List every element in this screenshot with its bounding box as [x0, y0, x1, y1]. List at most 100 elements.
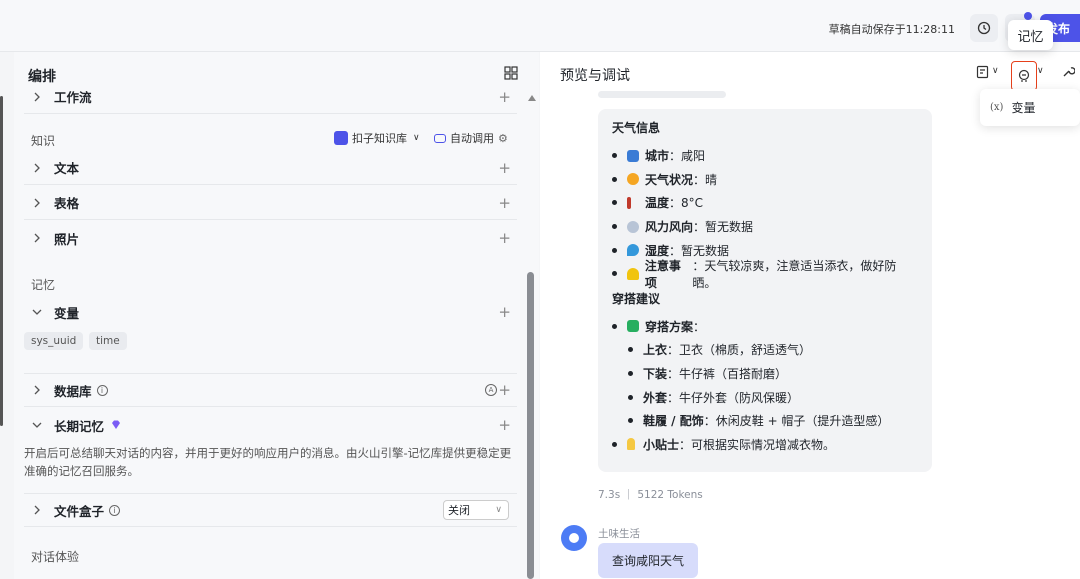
scroll-up-arrow[interactable] [528, 95, 536, 101]
variable-label: 变量 [54, 305, 80, 321]
chevron-down-icon [32, 422, 42, 428]
item-key: 下装 [643, 367, 668, 382]
left-scrollbar[interactable] [527, 272, 534, 579]
bullet [612, 247, 617, 253]
list-item: 下装 ：牛仔裤（百搭耐磨） [628, 362, 918, 386]
dropdown-item-variable[interactable]: 变量 [1011, 99, 1035, 116]
memory-button[interactable] [1011, 61, 1037, 91]
bullet [612, 224, 617, 230]
list-item: 穿搭方案： [612, 315, 918, 339]
preview-title: 预览与调试 [560, 68, 630, 84]
item-value: ：牛仔裤（百搭耐磨） [667, 367, 788, 382]
auto-call-selector[interactable]: 自动调用 ⚙ [434, 130, 508, 146]
tip-list: 小贴士 ：可根据实际情况增减衣物。 [612, 433, 918, 457]
bullet [628, 347, 633, 353]
database-row[interactable]: 数据库 i A + [24, 373, 517, 407]
chevron-right-icon [34, 233, 40, 243]
document-settings-icon[interactable] [976, 65, 990, 79]
knowledge-item-label: 照片 [54, 231, 80, 247]
list-item: 天气状况 ：晴 [612, 168, 918, 192]
long-memory-label: 长期记忆 [54, 418, 105, 434]
wrench-icon[interactable] [1061, 65, 1075, 79]
list-item: 鞋履 / 配饰 ：休闲皮鞋 + 帽子（提升造型感） [628, 409, 918, 433]
long-memory-description: 开启后可总结聊天对话的内容，并用于更好的响应用户的消息。由火山引擎-记忆库提供更… [24, 446, 512, 478]
variable-row[interactable]: 变量 + [24, 295, 517, 329]
add-photo-icon[interactable]: + [498, 229, 511, 247]
preview-panel: 预览与调试 ∨ ∨ (x) 变量 天气信息 城市 ：咸阳 天气状况 ：晴 温度 ：8°… [540, 52, 1080, 579]
layout-grid-icon[interactable] [504, 66, 518, 80]
item-value: ：卫衣（棉质，舒适透气） [667, 343, 812, 358]
info-icon[interactable]: i [109, 504, 121, 516]
wind-icon [627, 220, 639, 233]
auto-a-icon[interactable]: A [485, 384, 497, 396]
item-value: ：咸阳 [669, 149, 706, 164]
outfit-sublist: 上衣 ：卫衣（棉质，舒适透气） 下装 ：牛仔裤（百搭耐磨） 外套 ：牛仔外套（防风保暖… [628, 338, 918, 432]
add-table-icon[interactable]: + [498, 194, 511, 212]
outfit-header: 穿搭建议 [612, 291, 661, 306]
list-item: 城市 ：咸阳 [612, 144, 918, 168]
chevron-down-icon [32, 309, 42, 315]
list-item: 外套 ：牛仔外套（防风保暖） [628, 385, 918, 409]
outfit-list: 穿搭方案： [612, 315, 918, 339]
settings-icon: ⚙ [498, 131, 508, 145]
chevron-right-icon [34, 505, 40, 515]
add-long-memory-icon[interactable]: + [498, 416, 511, 434]
orchestration-panel: 编排 工作流 + 知识 扣子知识库 ∨ 自动调用 ⚙ 文本 + 表格 + 照片 … [14, 52, 539, 579]
bullet [628, 394, 633, 400]
chevron-right-icon [34, 198, 40, 207]
bullet [612, 271, 617, 277]
auto-call-label: 自动调用 [450, 132, 494, 145]
add-text-icon[interactable]: + [498, 159, 511, 177]
item-value: ：暂无数据 [693, 220, 754, 235]
list-item: 风力风向 ：暂无数据 [612, 215, 918, 239]
item-value: ：晴 [693, 172, 718, 187]
variable-tag: time [89, 332, 127, 350]
file-box-label: 文件盒子 [54, 503, 105, 519]
kb-link-label: 扣子知识库 [352, 132, 407, 145]
item-value: ： [693, 319, 706, 334]
previous-message-stub [598, 91, 726, 98]
add-database-icon[interactable]: + [498, 381, 511, 399]
add-workflow-icon[interactable]: + [498, 88, 511, 106]
item-value: ：牛仔外套（防风保暖） [667, 390, 800, 405]
weather-header: 天气信息 [612, 121, 661, 135]
shirt-icon [627, 320, 639, 333]
avatar [561, 525, 587, 551]
add-variable-icon[interactable]: + [498, 303, 511, 321]
item-key: 鞋履 / 配饰 [643, 414, 704, 429]
long-memory-row[interactable]: 长期记忆 + [24, 408, 517, 442]
info-icon[interactable]: i [96, 384, 108, 396]
weather-list: 城市 ：咸阳 天气状况 ：晴 温度 ：8°C 风力风向 ：暂无数据 湿度 ：暂无数据 注意… [612, 144, 918, 290]
item-value: ：8°C [669, 196, 704, 211]
file-box-value: 关闭 [448, 504, 470, 517]
knowledge-item-text[interactable]: 文本 + [24, 151, 517, 185]
item-key: 注意事项 [644, 258, 681, 290]
lightbulb-icon [627, 438, 635, 451]
bullet [628, 371, 633, 377]
workflow-row[interactable]: 工作流 + [24, 80, 517, 114]
history-button[interactable] [970, 14, 998, 42]
knowledge-item-table[interactable]: 表格 + [24, 186, 517, 220]
bot-message: 天气信息 城市 ：咸阳 天气状况 ：晴 温度 ：8°C 风力风向 ：暂无数据 湿度 ：暂无… [598, 109, 932, 472]
list-item: 注意事项 ：天气较凉爽，注意适当添衣，做好防晒。 [612, 259, 918, 290]
item-key: 上衣 [643, 343, 668, 358]
history-icon [977, 21, 991, 35]
diamond-icon [112, 420, 121, 429]
chevron-right-icon [34, 92, 40, 101]
memory-brain-icon [1018, 69, 1030, 82]
knowledge-item-photo[interactable]: 照片 + [24, 221, 517, 255]
robot-icon [434, 133, 446, 143]
city-icon [627, 149, 639, 162]
knowledge-base-selector[interactable]: 扣子知识库 ∨ [334, 130, 420, 146]
chevron-down-icon[interactable]: ∨ [992, 66, 999, 76]
file-box-select[interactable]: 关闭 ∨ [443, 500, 509, 520]
bullet [612, 176, 617, 182]
item-key: 天气状况 [645, 172, 694, 187]
item-value: ：可根据实际情况增减衣物。 [679, 437, 836, 452]
user-name: 土味生活 [598, 528, 640, 540]
bullet [612, 323, 617, 329]
chevron-down-icon[interactable]: ∨ [1037, 66, 1044, 76]
variable-tag: sys_uuid [24, 332, 84, 350]
list-item: 上衣 ：卫衣（棉质，舒适透气） [628, 338, 918, 362]
item-key: 城市 [645, 149, 670, 164]
